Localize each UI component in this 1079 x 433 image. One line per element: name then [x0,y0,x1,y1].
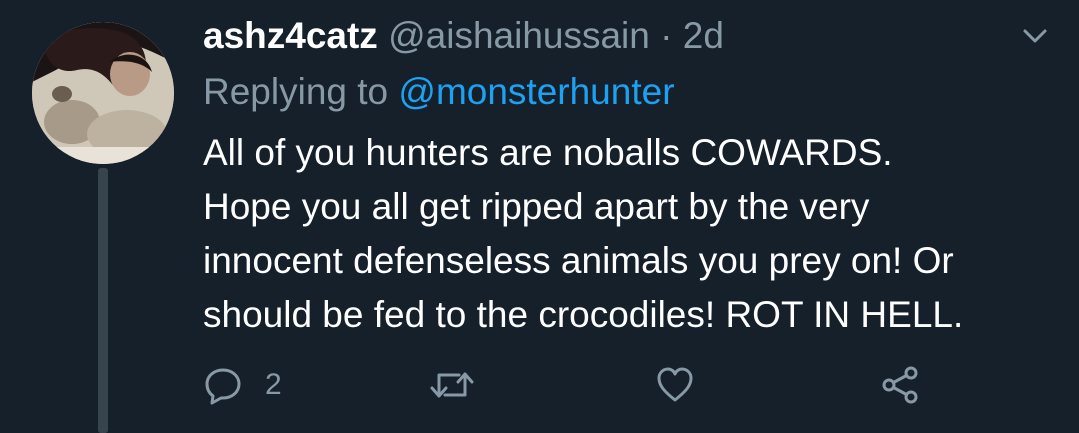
user-handle[interactable]: @aishaihussain [388,15,650,56]
share-button[interactable] [879,360,921,410]
reply-button[interactable]: 2 [203,360,282,410]
retweet-button[interactable] [429,360,475,410]
tweet-text-line: should be fed to the crocodiles! ROT IN … [203,294,964,335]
reply-count: 2 [265,368,282,401]
timestamp[interactable]: 2d [683,15,724,56]
chevron-down-icon[interactable] [1021,22,1049,50]
tweet-text-line: innocent defenseless animals you prey on… [203,240,954,281]
tweet-text-line: All of you hunters are noballs COWARDS. [203,132,893,173]
avatar[interactable] [32,22,174,164]
reply-target-link[interactable]: @monsterhunter [398,71,674,112]
tweet: ashz4catz @aishaihussain · 2d Replying t… [0,0,1079,433]
display-name[interactable]: ashz4catz [203,15,378,56]
like-button[interactable] [655,360,695,410]
tweet-text-line: Hope you all get ripped apart by the ver… [203,186,870,227]
replying-to-label: Replying to [203,71,389,112]
avatar-image [32,22,174,164]
share-icon [882,366,918,404]
separator-dot: · [660,15,673,56]
tweet-header: ashz4catz @aishaihussain · 2d [203,14,724,58]
tweet-text: All of you hunters are noballs COWARDS. … [203,126,1063,342]
replying-to: Replying to @monsterhunter [203,70,675,114]
thread-line [98,168,108,433]
action-bar: 2 [203,360,963,410]
retweet-icon [430,372,474,398]
reply-icon [205,368,241,405]
heart-icon [657,367,693,402]
